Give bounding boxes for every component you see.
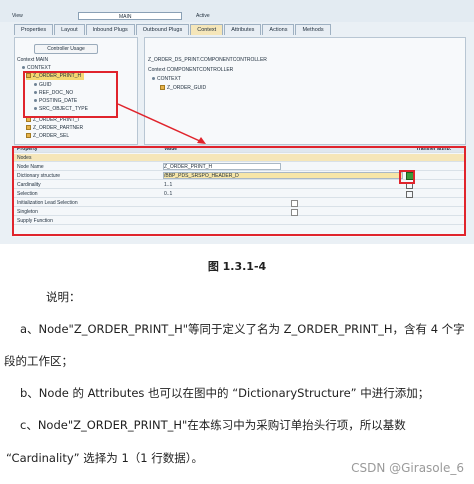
paragraph-intro: 说明： <box>46 290 81 304</box>
highlight-box-properties <box>12 146 466 236</box>
figure-caption: 图 1.3.1-4 <box>207 260 267 273</box>
paragraph-c: c、Node"Z_ORDER_PRINT_H"在本练习中为采购订单抬头行项，所以… <box>20 418 406 432</box>
paragraph-a: a、Node"Z_ORDER_PRINT_H"等同于定义了名为 Z_ORDER_… <box>20 322 465 336</box>
sap-screenshot: View MAIN Active Properties Layout Inbou… <box>0 0 474 244</box>
watermark: CSDN @Girasole_6 <box>351 461 464 475</box>
highlight-box-valuehelp <box>399 170 415 184</box>
paragraph-a-cont: 段的工作区； <box>4 354 73 368</box>
paragraph-c-cont: “Cardinality” 选择为 1（1 行数据）。 <box>6 451 203 465</box>
paragraph-b: b、Node 的 Attributes 也可以在图中的 “DictionaryS… <box>20 386 430 400</box>
